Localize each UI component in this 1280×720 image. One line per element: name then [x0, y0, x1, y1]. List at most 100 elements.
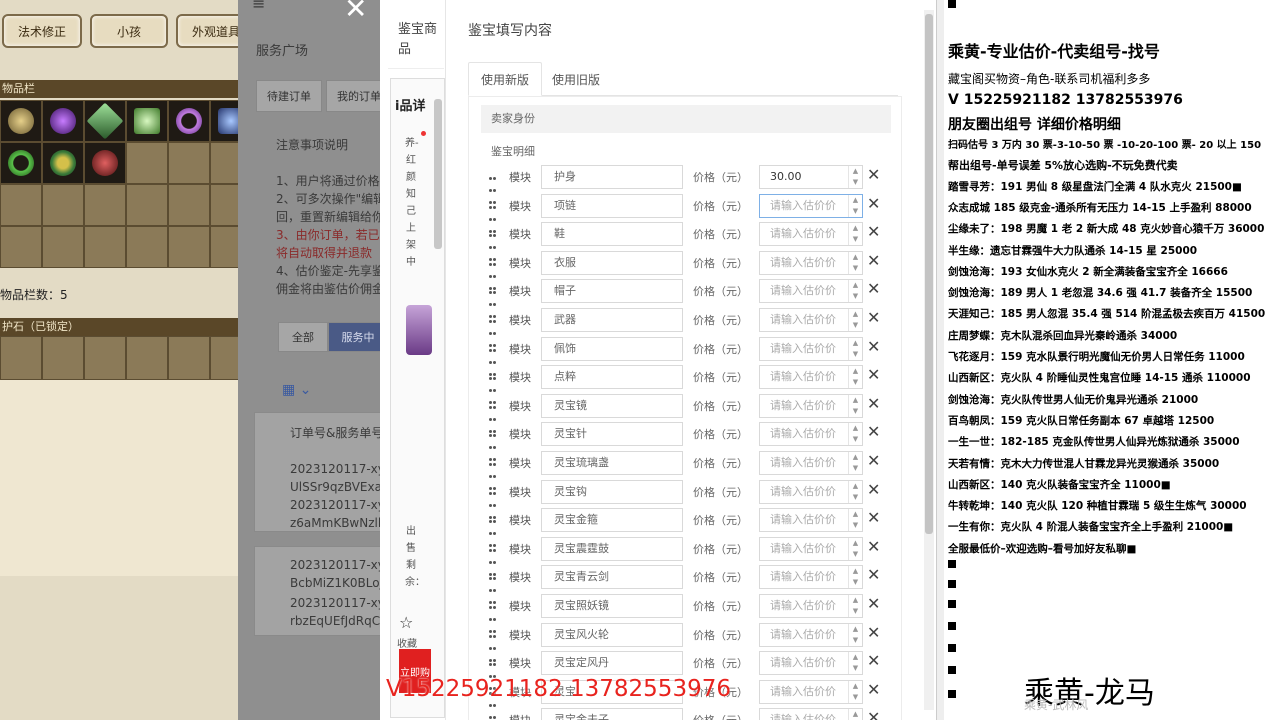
- module-name-field[interactable]: 灵宝震霆鼓: [541, 536, 683, 561]
- inventory-slot[interactable]: [84, 184, 126, 226]
- inventory-slot[interactable]: [168, 184, 210, 226]
- inventory-slot[interactable]: [126, 184, 168, 226]
- drag-handle-icon[interactable]: [489, 171, 499, 204]
- module-name-field[interactable]: 武器: [541, 307, 683, 332]
- drag-handle-icon[interactable]: [489, 657, 499, 691]
- price-input[interactable]: 请输入估价价 ▲▼: [759, 593, 863, 618]
- delete-row-icon[interactable]: ✕: [867, 222, 880, 241]
- module-name-field[interactable]: 灵宝青云剑: [541, 565, 683, 590]
- inventory-item[interactable]: [0, 142, 42, 184]
- delete-row-icon[interactable]: ✕: [867, 508, 880, 527]
- spinner-icon[interactable]: ▲▼: [848, 709, 862, 720]
- drag-handle-icon[interactable]: [489, 514, 499, 548]
- tab-spell-fix[interactable]: 法术修正: [2, 14, 82, 48]
- tab-pending[interactable]: 待建订单: [256, 80, 322, 112]
- preview-scrollbar[interactable]: [434, 99, 442, 249]
- protect-slot[interactable]: [0, 336, 42, 380]
- delete-row-icon[interactable]: ✕: [867, 251, 880, 270]
- spinner-icon[interactable]: ▲▼: [848, 366, 862, 389]
- inventory-item[interactable]: [168, 100, 210, 142]
- filter-in-service[interactable]: 服务中: [328, 322, 380, 352]
- price-input[interactable]: 请输入估价价 ▲▼: [759, 336, 863, 361]
- price-input[interactable]: 请输入估价价 ▲▼: [759, 307, 863, 332]
- delete-row-icon[interactable]: ✕: [867, 651, 880, 670]
- module-name-field[interactable]: 项链: [541, 193, 683, 218]
- drag-handle-icon[interactable]: [489, 400, 499, 433]
- delete-row-icon[interactable]: ✕: [867, 680, 880, 699]
- spinner-icon[interactable]: ▲▼: [848, 308, 862, 331]
- price-input[interactable]: 请输入估价价 ▲▼: [759, 679, 863, 704]
- module-name-field[interactable]: 灵宝金箍: [541, 508, 683, 533]
- price-input[interactable]: 请输入估价价 ▲▼: [759, 508, 863, 533]
- delete-row-icon[interactable]: ✕: [867, 279, 880, 298]
- inventory-item[interactable]: [84, 142, 126, 184]
- module-name-field[interactable]: 衣服: [541, 250, 683, 275]
- drag-handle-icon[interactable]: [489, 457, 499, 490]
- tab-new-version[interactable]: 使用新版: [468, 62, 543, 96]
- spinner-icon[interactable]: ▲▼: [848, 451, 862, 474]
- filter-all[interactable]: 全部: [278, 322, 328, 352]
- spinner-icon[interactable]: ▲▼: [848, 223, 862, 246]
- price-input[interactable]: 请输入估价价 ▲▼: [759, 222, 863, 247]
- spinner-icon[interactable]: ▲▼: [848, 594, 862, 617]
- inventory-slot[interactable]: [126, 226, 168, 268]
- tab-old-version[interactable]: 使用旧版: [540, 62, 612, 96]
- drag-handle-icon[interactable]: [489, 200, 499, 233]
- spinner-icon[interactable]: ▲▼: [848, 194, 862, 217]
- spinner-icon[interactable]: ▲▼: [848, 337, 862, 360]
- spinner-icon[interactable]: ▲▼: [848, 623, 862, 646]
- delete-row-icon[interactable]: ✕: [867, 594, 880, 613]
- drag-handle-icon[interactable]: [489, 629, 499, 662]
- drag-handle-icon[interactable]: [489, 714, 499, 720]
- drag-handle-icon[interactable]: [489, 314, 499, 347]
- menu-icon[interactable]: ≡: [252, 0, 265, 13]
- protect-slot[interactable]: [84, 336, 126, 380]
- drag-handle-icon[interactable]: [489, 486, 499, 519]
- module-name-field[interactable]: 帽子: [541, 279, 683, 304]
- favorite-label[interactable]: 收藏: [397, 635, 417, 650]
- inventory-slot[interactable]: [168, 226, 210, 268]
- delete-row-icon[interactable]: ✕: [867, 337, 880, 356]
- module-name-field[interactable]: 灵宝镜: [541, 393, 683, 418]
- drag-handle-icon[interactable]: [489, 543, 499, 576]
- inventory-item[interactable]: [84, 100, 126, 142]
- form-scrollbar[interactable]: [924, 10, 934, 710]
- delete-row-icon[interactable]: ✕: [867, 308, 880, 327]
- inventory-item[interactable]: [126, 100, 168, 142]
- inventory-item[interactable]: [42, 142, 84, 184]
- inventory-slot[interactable]: [0, 184, 42, 226]
- protect-slot[interactable]: [42, 336, 84, 380]
- delete-row-icon[interactable]: ✕: [867, 394, 880, 413]
- price-input[interactable]: 请输入估价价 ▲▼: [759, 479, 863, 504]
- delete-row-icon[interactable]: ✕: [867, 708, 880, 720]
- drag-handle-icon[interactable]: [489, 600, 499, 633]
- spinner-icon[interactable]: ▲▼: [848, 680, 862, 703]
- price-input[interactable]: 请输入估价价 ▲▼: [759, 279, 863, 304]
- inventory-slot[interactable]: [84, 226, 126, 268]
- delete-row-icon[interactable]: ✕: [867, 537, 880, 556]
- price-input[interactable]: 请输入估价价 ▲▼: [759, 193, 863, 218]
- module-name-field[interactable]: 护身: [541, 165, 683, 189]
- price-input[interactable]: 请输入估价价 ▲▼: [759, 422, 863, 447]
- module-name-field[interactable]: 灵宝金夫子: [541, 708, 683, 720]
- spinner-icon[interactable]: ▲▼: [848, 166, 862, 188]
- price-input[interactable]: 请输入估价价 ▲▼: [759, 651, 863, 676]
- inventory-slot[interactable]: [0, 226, 42, 268]
- spinner-icon[interactable]: ▲▼: [848, 537, 862, 560]
- drag-handle-icon[interactable]: [489, 228, 499, 262]
- module-name-field[interactable]: 鞋: [541, 222, 683, 247]
- price-input[interactable]: 请输入估价价 ▲▼: [759, 250, 863, 275]
- inventory-slot[interactable]: [126, 142, 168, 184]
- module-name-field[interactable]: 佩饰: [541, 336, 683, 361]
- spinner-icon[interactable]: ▲▼: [848, 280, 862, 303]
- module-name-field[interactable]: 灵宝钩: [541, 479, 683, 504]
- inventory-item[interactable]: [42, 100, 84, 142]
- spinner-icon[interactable]: ▲▼: [848, 509, 862, 532]
- spinner-icon[interactable]: ▲▼: [848, 251, 862, 274]
- spinner-icon[interactable]: ▲▼: [848, 652, 862, 675]
- drag-handle-icon[interactable]: [489, 285, 499, 319]
- module-name-field[interactable]: 灵宝照妖镜: [541, 593, 683, 618]
- price-input[interactable]: 请输入估价价 ▲▼: [759, 565, 863, 590]
- drag-handle-icon[interactable]: [489, 343, 499, 376]
- spinner-icon[interactable]: ▲▼: [848, 423, 862, 446]
